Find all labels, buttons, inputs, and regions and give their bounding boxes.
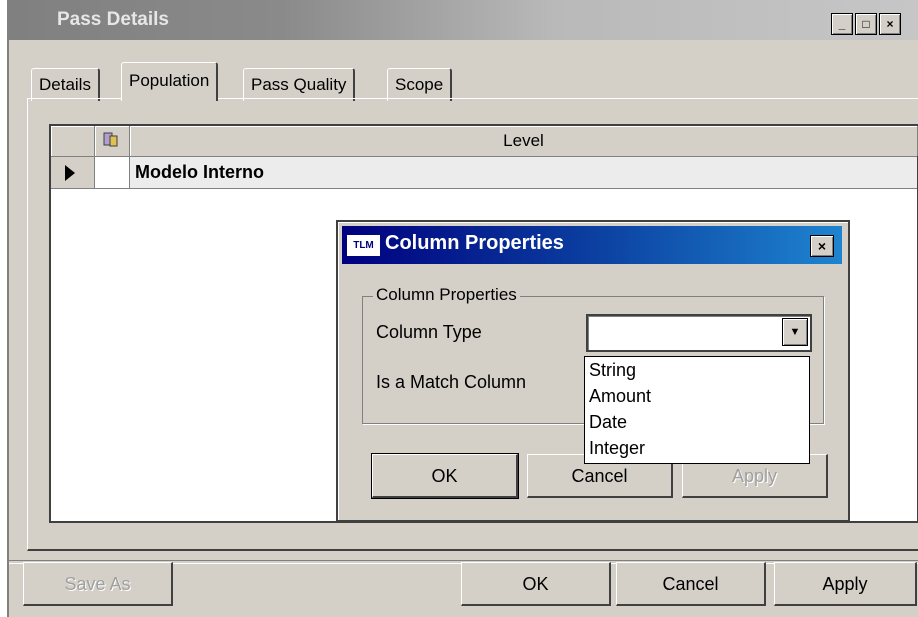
minimize-button[interactable]: _ bbox=[831, 13, 853, 35]
footer-ok-button[interactable]: OK bbox=[461, 562, 611, 606]
column-type-label: Column Type bbox=[376, 322, 482, 342]
table-row[interactable]: Modelo Interno bbox=[51, 157, 917, 189]
current-row-arrow-icon bbox=[65, 165, 75, 181]
level-column-header[interactable]: Level bbox=[130, 126, 918, 156]
column-settings-icon bbox=[103, 132, 118, 147]
column-properties-dialog: TLM Column Properties × Column Propertie… bbox=[336, 220, 850, 522]
list-item[interactable]: String bbox=[585, 357, 809, 383]
column-type-dropdown-list[interactable]: String Amount Date Integer bbox=[584, 356, 810, 464]
dialog-close-button[interactable]: × bbox=[810, 235, 834, 257]
close-button[interactable]: × bbox=[879, 13, 901, 35]
is-match-column-label: Is a Match Column bbox=[376, 372, 527, 392]
tab-population[interactable]: Population bbox=[121, 62, 219, 101]
window-titlebar[interactable]: Pass Details _ □ × bbox=[9, 0, 918, 40]
footer-cancel-button[interactable]: Cancel bbox=[616, 562, 766, 606]
row-selector[interactable] bbox=[51, 157, 95, 188]
dialog-title: Column Properties bbox=[385, 232, 564, 254]
minimize-icon: _ bbox=[838, 17, 846, 31]
column-type-select[interactable]: ▼ bbox=[586, 314, 812, 352]
tab-scope[interactable]: Scope bbox=[387, 68, 453, 101]
row-settings-cell[interactable] bbox=[95, 157, 130, 188]
maximize-icon: □ bbox=[862, 17, 870, 31]
close-icon: × bbox=[817, 238, 827, 254]
tab-pass-quality[interactable]: Pass Quality bbox=[243, 68, 356, 101]
list-item[interactable]: Date bbox=[585, 409, 809, 435]
tlm-logo-icon: TLM bbox=[347, 235, 380, 256]
dialog-ok-button[interactable]: OK bbox=[371, 453, 519, 499]
window-title: Pass Details bbox=[57, 9, 169, 30]
column-settings-header[interactable] bbox=[95, 126, 130, 156]
close-icon: × bbox=[886, 17, 894, 31]
list-item[interactable]: Integer bbox=[585, 435, 809, 461]
grid-corner-cell bbox=[51, 126, 95, 156]
footer-apply-button[interactable]: Apply bbox=[774, 562, 917, 606]
dialog-titlebar[interactable]: TLM Column Properties × bbox=[342, 226, 842, 264]
list-item[interactable]: Amount bbox=[585, 383, 809, 409]
grid-header: Level bbox=[51, 126, 918, 157]
tab-details[interactable]: Details bbox=[31, 68, 100, 101]
maximize-button[interactable]: □ bbox=[855, 13, 877, 35]
level-cell[interactable]: Modelo Interno bbox=[135, 157, 264, 188]
group-label: Column Properties bbox=[373, 285, 520, 305]
save-as-button[interactable]: Save As bbox=[23, 562, 173, 606]
dropdown-button[interactable]: ▼ bbox=[782, 318, 808, 346]
chevron-down-icon: ▼ bbox=[789, 326, 801, 338]
